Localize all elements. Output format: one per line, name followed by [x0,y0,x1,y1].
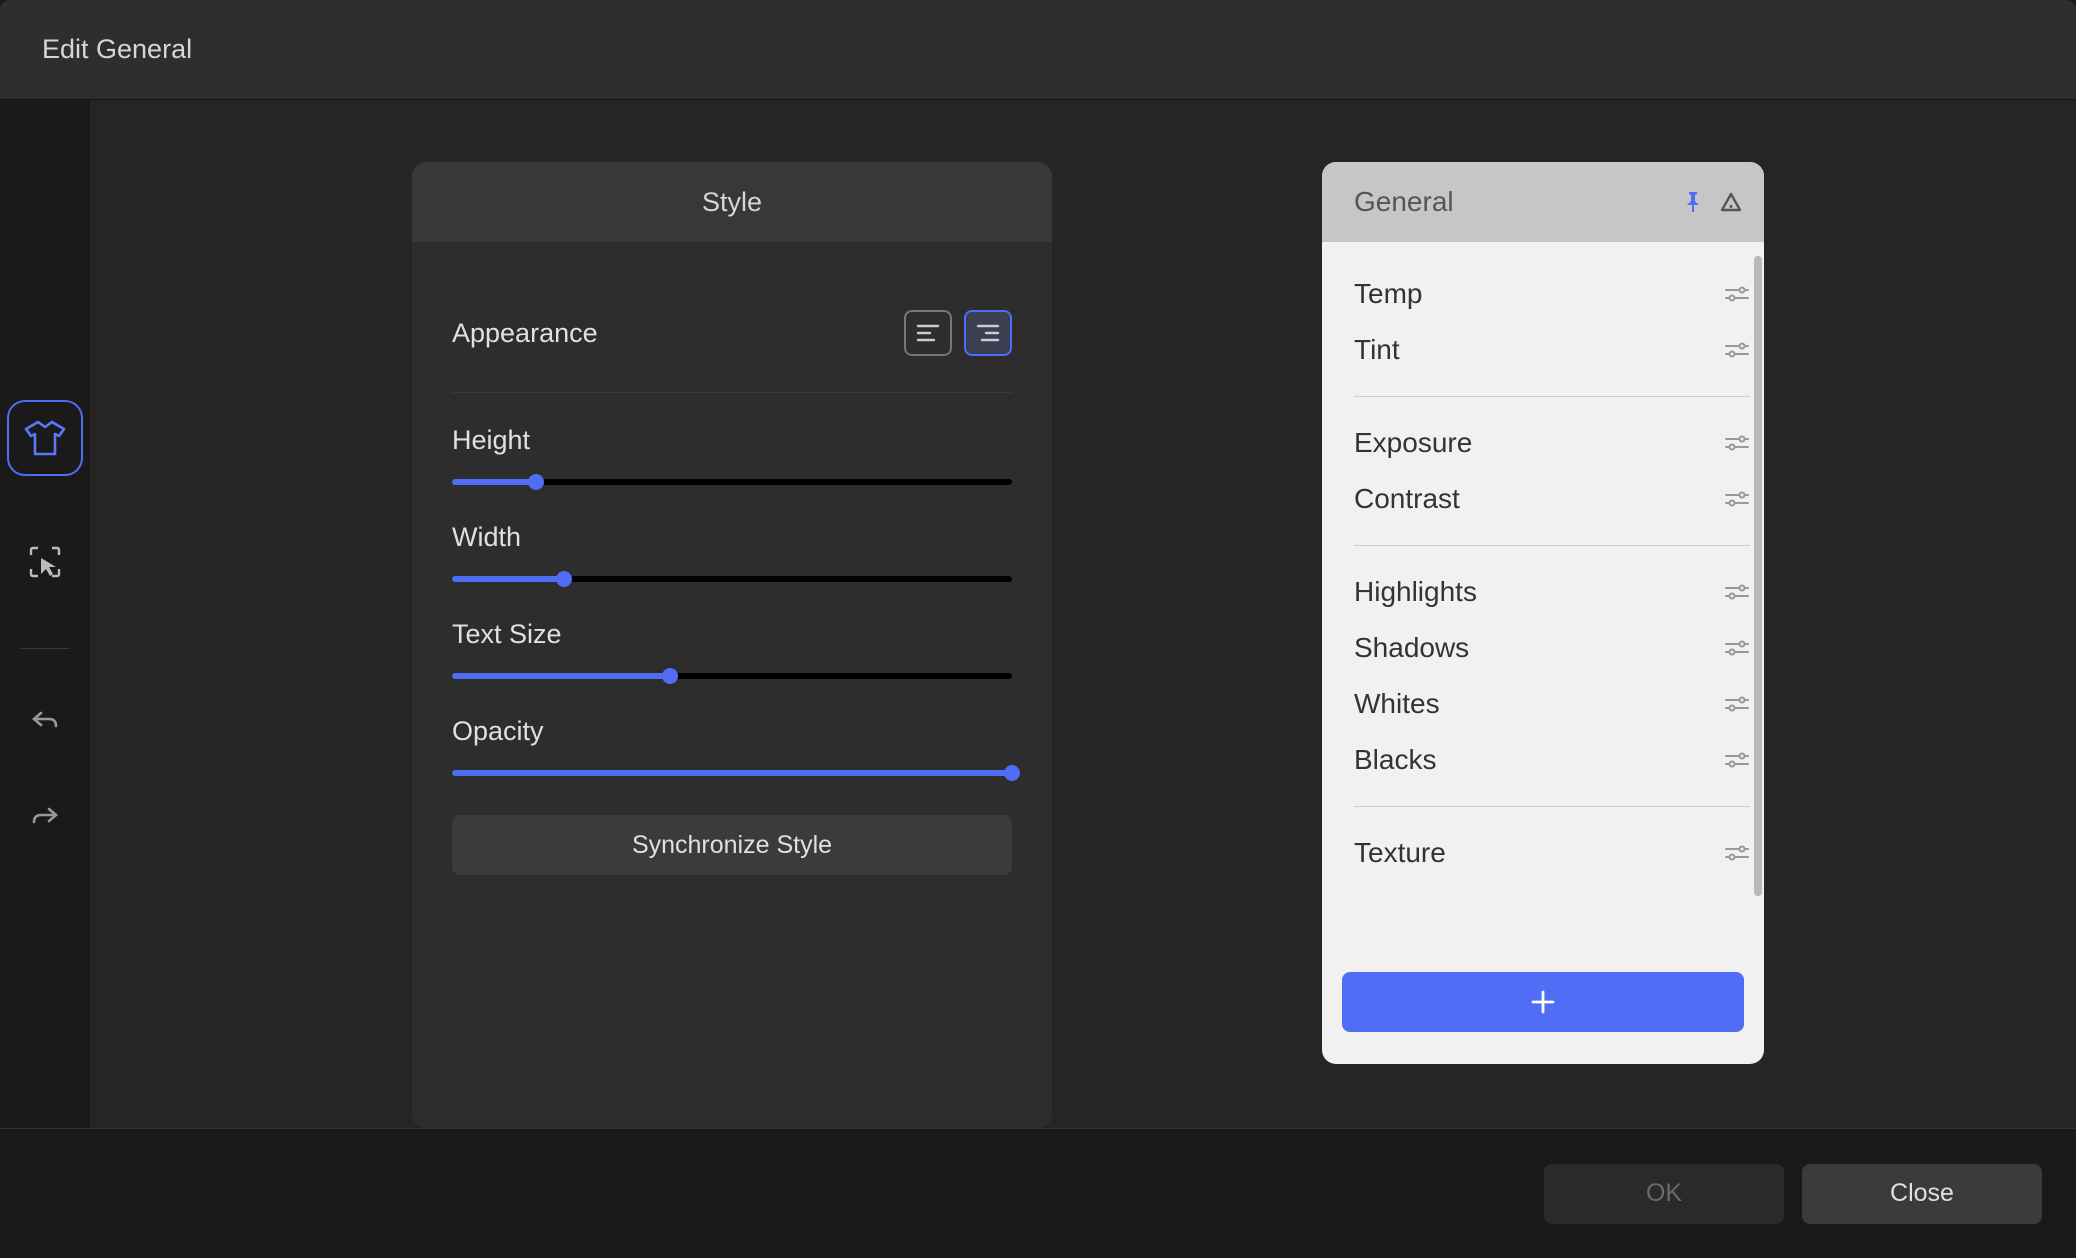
adjustment-item-texture[interactable]: Texture [1354,825,1750,881]
titlebar: Edit General [0,0,2076,100]
adjustment-label: Shadows [1354,632,1469,664]
style-panel: Style Appearance [412,162,1052,1128]
adjustment-item-shadows[interactable]: Shadows [1354,620,1750,676]
style-panel-body: Appearance [412,242,1052,915]
pin-icon [1684,191,1702,213]
synchronize-style-button[interactable]: Synchronize Style [452,815,1012,875]
slider-thumb[interactable] [662,668,678,684]
general-preview-panel: General [1322,162,1764,1064]
slider-label: Opacity [452,716,1012,747]
rail-divider [21,648,69,649]
left-rail [0,100,90,1128]
modal-title: Edit General [42,34,192,65]
sync-label: Synchronize Style [632,831,832,860]
general-list[interactable]: Temp Tint Exposure Contrast Highlights Shadow… [1322,242,1764,960]
selection-cursor-icon [27,544,63,580]
sliders-icon [1724,341,1750,359]
appearance-toggles [904,310,1012,356]
auto-button[interactable] [1720,189,1742,215]
slider-opacity: Opacity [452,716,1012,781]
slider-thumb[interactable] [556,571,572,587]
slider-track[interactable] [452,765,1012,781]
slider-fill [452,673,670,679]
sliders-icon [1724,490,1750,508]
slider-track[interactable] [452,474,1012,490]
slider-label: Height [452,425,1012,456]
sliders-icon [1724,434,1750,452]
close-label: Close [1890,1179,1954,1208]
adjustment-label: Tint [1354,334,1400,366]
adjustment-label: Blacks [1354,744,1436,776]
sliders-icon [1724,844,1750,862]
adjustment-group: Exposure Contrast [1354,397,1750,546]
adjustment-label: Texture [1354,837,1446,869]
slider-track[interactable] [452,668,1012,684]
ok-label: OK [1646,1179,1682,1208]
slider-fill [452,479,536,485]
adjustment-label: Temp [1354,278,1422,310]
adjustment-item-highlights[interactable]: Highlights [1354,564,1750,620]
adjustment-label: Highlights [1354,576,1477,608]
slider-fill [452,770,1012,776]
adjustment-item-tint[interactable]: Tint [1354,322,1750,378]
triangle-warn-icon [1720,192,1742,212]
general-header-title: General [1354,186,1454,218]
adjustment-label: Contrast [1354,483,1460,515]
style-tab-button[interactable] [7,400,83,476]
align-left-toggle[interactable] [904,310,952,356]
slider-thumb[interactable] [528,474,544,490]
content-area: Style Appearance [90,100,2076,1128]
adjustment-item-whites[interactable]: Whites [1354,676,1750,732]
adjustment-item-contrast[interactable]: Contrast [1354,471,1750,527]
ok-button[interactable]: OK [1544,1164,1784,1224]
close-button[interactable]: Close [1802,1164,2042,1224]
redo-button[interactable] [21,793,69,841]
style-panel-title: Style [702,187,762,218]
align-right-icon [976,323,1000,343]
slider-thumb[interactable] [1004,765,1020,781]
slider-width: Width [452,522,1012,587]
sliders-icon [1724,583,1750,601]
adjustment-label: Exposure [1354,427,1472,459]
sliders-icon [1724,751,1750,769]
general-header: General [1322,162,1764,242]
adjustment-group: Highlights Shadows Whites Blacks [1354,546,1750,807]
modal: Edit General [0,0,2076,1258]
redo-icon [31,804,59,830]
sliders-icon [1724,639,1750,657]
general-header-icons [1682,189,1742,215]
adjustment-group: Texture [1354,807,1750,899]
slider-fill [452,576,564,582]
style-panel-header: Style [412,162,1052,242]
sliders-container: Height Width Text Size Opacity [452,425,1012,781]
footer: OK Close [0,1128,2076,1258]
align-left-icon [916,323,940,343]
body: Style Appearance [0,100,2076,1128]
adjustment-label: Whites [1354,688,1440,720]
adjustment-item-blacks[interactable]: Blacks [1354,732,1750,788]
slider-track[interactable] [452,571,1012,587]
appearance-label: Appearance [452,318,598,349]
slider-label: Width [452,522,1012,553]
shirt-icon [24,419,66,457]
plus-icon [1530,989,1556,1015]
adjustment-group: Temp Tint [1354,248,1750,397]
adjustment-item-exposure[interactable]: Exposure [1354,415,1750,471]
scrollbar[interactable] [1754,256,1762,896]
slider-height: Height [452,425,1012,490]
add-adjustment-button[interactable] [1342,972,1744,1032]
align-right-toggle[interactable] [964,310,1012,356]
adjustment-item-temp[interactable]: Temp [1354,266,1750,322]
undo-button[interactable] [21,697,69,745]
appearance-row: Appearance [452,282,1012,393]
pin-button[interactable] [1682,189,1704,215]
sliders-icon [1724,695,1750,713]
slider-text-size: Text Size [452,619,1012,684]
selection-tab-button[interactable] [7,524,83,600]
slider-label: Text Size [452,619,1012,650]
undo-icon [31,708,59,734]
sliders-icon [1724,285,1750,303]
general-groups-container: Temp Tint Exposure Contrast Highlights Shadow… [1354,248,1750,899]
